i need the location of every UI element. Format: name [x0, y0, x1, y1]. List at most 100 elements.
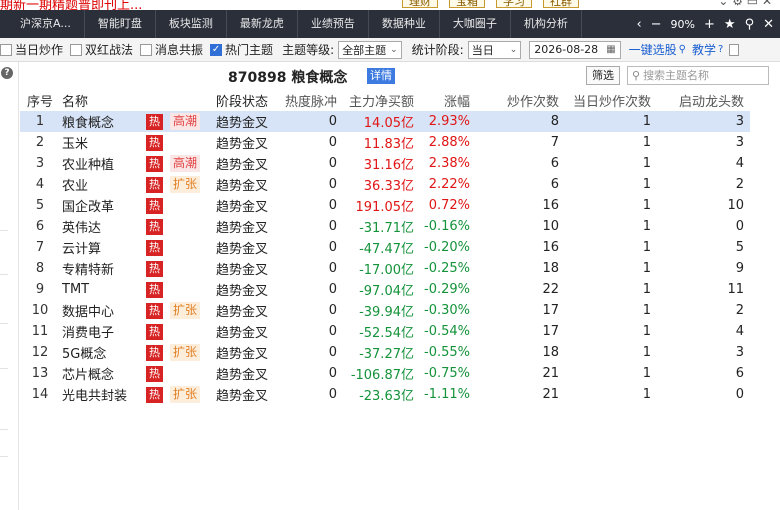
header-name[interactable]: 名称	[60, 90, 144, 111]
hot-badge: 热	[146, 281, 163, 298]
header-leader-count[interactable]: 启动龙头数	[657, 90, 750, 111]
hot-badge: 热	[146, 197, 163, 214]
one-click-pick-button[interactable]: 一键选股 ⚲	[629, 41, 686, 58]
pick-label: 一键选股	[628, 43, 677, 57]
top-strip: 期新一期精题普即刊上... 理财 宝箱 学习 社群 ⌄ ⚙ ▭ ✕	[0, 0, 780, 10]
chevron-down-icon: ⌄	[390, 44, 398, 55]
gutter-tick	[0, 323, 8, 324]
table-row[interactable]: 12 5G概念 热扩张 趋势金叉 0 -37.27亿 -0.55% 18 1 3	[20, 342, 750, 363]
panel-toggle[interactable]	[729, 43, 740, 56]
level-select[interactable]: 全部主题 ⌄	[338, 40, 402, 59]
cell-name: 芯片概念	[62, 368, 115, 383]
zoom-level: 90%	[670, 17, 695, 31]
cell-net-buy: -97.04亿	[359, 284, 414, 299]
zoom-out-icon[interactable]: −	[651, 17, 662, 32]
cell-stage-status: 趋势金叉	[212, 111, 284, 132]
theme-search[interactable]: ⚲	[627, 66, 769, 85]
cell-stage	[168, 132, 212, 153]
checkbox-today-hype[interactable]: 当日炒作	[0, 41, 63, 58]
treasure-button[interactable]: 宝箱	[449, 0, 485, 8]
table-row[interactable]: 10 数据中心 热扩张 趋势金叉 0 -39.94亿 -0.30% 17 1 2	[20, 300, 750, 321]
table-row[interactable]: 3 农业种植 热高潮 趋势金叉 0 31.16亿 2.38% 6 1 4	[20, 153, 750, 174]
cell-leader-count: 2	[735, 177, 744, 192]
cell-heat-pulse: 0	[328, 219, 337, 234]
gutter-tick	[0, 429, 8, 430]
cell-change: 2.38%	[428, 156, 470, 171]
header-today-count[interactable]: 当日炒作次数	[565, 90, 657, 111]
tab-smart-watch[interactable]: 智能盯盘	[85, 10, 156, 38]
tab-dragon-tiger[interactable]: 最新龙虎	[227, 10, 298, 38]
cell-change: 2.88%	[428, 135, 470, 150]
table-row[interactable]: 6 英伟达热趋势金叉 0 -31.71亿 -0.16% 10 1 0	[20, 216, 750, 237]
filter-button[interactable]: 筛选	[586, 66, 620, 85]
cell-change: 0.72%	[428, 198, 470, 213]
table-row[interactable]: 9 TMT 热趋势金叉 0 -97.04亿 -0.29% 22 1 11	[20, 279, 750, 300]
calendar-icon[interactable]: ▦	[606, 44, 615, 55]
window-controls-icon[interactable]: ⌄ ⚙ ▭ ✕	[718, 0, 772, 8]
close-icon[interactable]: ✕	[763, 17, 774, 32]
header-hype-count[interactable]: 炒作次数	[482, 90, 565, 111]
date-picker[interactable]: 2026-08-28 ▦	[529, 40, 621, 59]
cell-stage: 高潮	[168, 153, 212, 174]
stage-select[interactable]: 当日 ⌄	[467, 40, 522, 59]
community-button[interactable]: 社群	[543, 0, 579, 8]
checkbox-box[interactable]	[0, 43, 12, 56]
checkmark-icon[interactable]: ✓	[210, 43, 223, 56]
header-net-buy[interactable]: 主力净买额	[337, 90, 420, 111]
table-row[interactable]: 11 消费电子 热 趋势金叉 0 -52.54亿 -0.54% 17 1 4	[20, 321, 750, 342]
cell-net-buy: -31.71亿	[359, 221, 414, 236]
tab-institution[interactable]: 机构分析	[511, 10, 582, 38]
header-stage-status[interactable]: 阶段状态	[212, 90, 284, 111]
header-index[interactable]: 序号	[20, 90, 60, 111]
header-heat-pulse[interactable]: 热度脉冲	[284, 90, 337, 111]
cell-index: 13	[31, 366, 49, 381]
pin-icon[interactable]: ⚲	[745, 17, 755, 32]
tab-data-seed[interactable]: 数据种业	[369, 10, 440, 38]
news-link[interactable]: 期新一期精题普即刊上...	[0, 0, 142, 10]
checkbox-news-resonance[interactable]: 消息共振	[140, 41, 203, 58]
detail-button[interactable]: 详情	[367, 68, 395, 84]
table-row[interactable]: 2 玉米 热 趋势金叉 0 11.83亿 2.88% 7 1 3	[20, 132, 750, 153]
help-icon[interactable]: ?	[1, 67, 13, 79]
tab-sector-monitor[interactable]: 板块监测	[156, 10, 227, 38]
cell-stage: 扩张	[168, 342, 212, 363]
table-row[interactable]: 14 光电共封装 热扩张 趋势金叉 0 -23.63亿 -1.11% 21 1 0	[20, 384, 750, 405]
cell-net-buy: -39.94亿	[359, 305, 414, 320]
tab-earnings-forecast[interactable]: 业绩预告	[298, 10, 369, 38]
cell-hype-count: 17	[542, 324, 559, 339]
teach-label: 教学	[691, 43, 716, 57]
checkbox-hot-theme[interactable]: ✓ 热门主题	[210, 41, 273, 58]
nav-prev-icon[interactable]: ‹	[636, 17, 641, 32]
theme-search-input[interactable]	[643, 69, 754, 82]
cell-stage	[168, 279, 212, 300]
cell-today-count: 1	[642, 324, 651, 339]
cell-stage	[168, 258, 212, 279]
table-body: 1 粮食概念热高潮 趋势金叉 0 14.05亿 2.93% 8 1 3 2 玉米热趋势金叉 0 11.8…	[20, 111, 750, 405]
table-row[interactable]: 4 农业 热扩张 趋势金叉 0 36.33亿 2.22% 6 1 2	[20, 174, 750, 195]
checkbox-box[interactable]	[70, 43, 83, 56]
zoom-in-icon[interactable]: +	[704, 17, 715, 32]
table-row[interactable]: 8 专精特新 热 趋势金叉 0 -17.00亿 -0.25% 18 1 9	[20, 258, 750, 279]
checkbox-double-red[interactable]: 双红战法	[70, 41, 133, 58]
gutter-tick	[0, 368, 8, 369]
table-row[interactable]: 7 云计算 热 趋势金叉 0 -47.47亿 -0.20% 16 1 5	[20, 237, 750, 258]
hot-badge: 热	[146, 176, 163, 193]
tutorial-button[interactable]: 教学?	[692, 41, 723, 58]
tab-expert-circle[interactable]: 大咖圈子	[440, 10, 511, 38]
table-row[interactable]: 5 国企改革 热 趋势金叉 0 191.05亿 0.72% 16 1 10	[20, 195, 750, 216]
checkbox-box[interactable]	[140, 43, 153, 56]
table-row[interactable]: 13 芯片概念 热 趋势金叉 0 -106.87亿 -0.75% 21 1 6	[20, 363, 750, 384]
cell-hype-count: 6	[550, 177, 559, 192]
finance-button[interactable]: 理财	[402, 0, 438, 8]
hot-badge: 热	[146, 134, 163, 151]
gutter-tick	[0, 230, 8, 231]
header-change[interactable]: 涨幅	[420, 90, 482, 111]
table-row[interactable]: 1 粮食概念热高潮 趋势金叉 0 14.05亿 2.93% 8 1 3	[20, 111, 750, 132]
cell-hot: 热	[144, 174, 168, 195]
cell-change: -0.30%	[424, 303, 470, 318]
cell-leader-count: 10	[727, 198, 744, 213]
star-icon[interactable]: ★	[724, 17, 736, 32]
cell-net-buy: -23.63亿	[359, 389, 414, 404]
tab-market[interactable]: 沪深京A...	[0, 10, 85, 38]
study-button[interactable]: 学习	[496, 0, 532, 8]
